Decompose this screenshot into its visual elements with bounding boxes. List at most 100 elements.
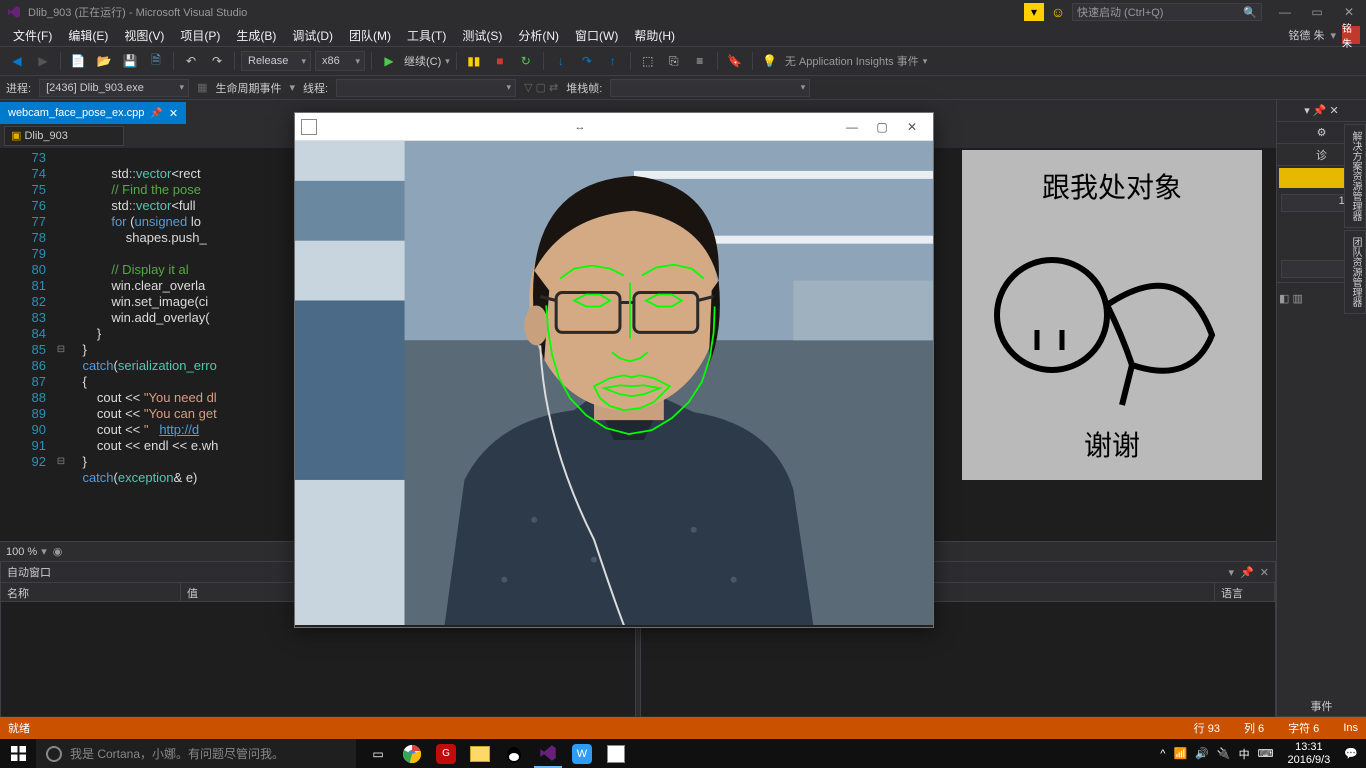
webcam-close-button[interactable]: ✕ (897, 120, 927, 134)
nav-forward-button[interactable]: ▶ (32, 50, 54, 72)
tray-keyboard-icon[interactable]: ⌨ (1258, 747, 1274, 760)
taskbar-qq-icon[interactable] (500, 740, 528, 768)
taskbar-app-blue-icon[interactable]: W (568, 740, 596, 768)
save-all-icon[interactable]: 🗎 (145, 50, 167, 72)
nav-back-button[interactable]: ◀ (6, 50, 28, 72)
diag-pin-row[interactable]: ▾ 📌 ✕ (1277, 100, 1366, 122)
tray-battery-icon[interactable]: 🔌 (1217, 747, 1231, 760)
quick-launch-input[interactable]: 快速启动 (Ctrl+Q) 🔍 (1072, 3, 1262, 21)
new-project-icon[interactable]: 📄 (67, 50, 89, 72)
config-combo[interactable]: Release (241, 51, 311, 71)
menu-test[interactable]: 测试(S) (455, 25, 509, 46)
cortana-placeholder: 我是 Cortana，小娜。有问题尽管问我。 (70, 745, 284, 762)
webcam-titlebar[interactable]: ↔ ― ▢ ✕ (295, 113, 933, 141)
platform-combo[interactable]: x86 (315, 51, 365, 71)
window-title: Dlib_903 (正在运行) - Microsoft Visual Studi… (28, 4, 247, 20)
tray-notifications-icon[interactable]: 💬 (1344, 747, 1358, 760)
break-all-icon[interactable]: ▮▮ (463, 50, 485, 72)
maximize-button[interactable]: ▭ (1306, 5, 1328, 19)
menu-window[interactable]: 窗口(W) (568, 25, 625, 46)
taskbar-chrome-icon[interactable] (398, 740, 426, 768)
stop-debug-icon[interactable]: ■ (489, 50, 511, 72)
resize-hint-icon: ↔ (575, 121, 586, 133)
minimize-button[interactable]: ― (1274, 5, 1296, 19)
webcam-frame (295, 141, 933, 627)
feedback-smile-icon[interactable]: ☺ (1048, 3, 1068, 21)
tray-ime-icon[interactable]: 中 (1239, 746, 1250, 762)
open-file-icon[interactable]: 📂 (93, 50, 115, 72)
menu-view[interactable]: 视图(V) (117, 25, 171, 46)
insights-icon[interactable]: 💡 (759, 50, 781, 72)
taskbar-vs-icon[interactable] (534, 740, 562, 768)
continue-button-label[interactable]: 继续(C) (404, 53, 441, 69)
toolbar-bookmark-icon[interactable]: 🔖 (724, 50, 746, 72)
menu-build[interactable]: 生成(B) (229, 25, 283, 46)
account-name: 铭德 朱 (1288, 27, 1324, 43)
menu-analyze[interactable]: 分析(N) (511, 25, 566, 46)
tray-wifi-icon[interactable]: 📶 (1173, 747, 1187, 760)
menu-debug[interactable]: 调试(D) (285, 25, 340, 46)
menu-project[interactable]: 项目(P) (173, 25, 227, 46)
side-tool-tabs: 解决方案资源管理器 团队资源管理器 (1344, 124, 1366, 314)
process-combo[interactable]: [2436] Dlib_903.exe (39, 79, 189, 97)
tray-volume-icon[interactable]: 🔊 (1195, 747, 1209, 760)
task-view-icon[interactable]: ▭ (364, 740, 392, 768)
status-bar: 就绪 行 93 列 6 字符 6 Ins (0, 717, 1366, 739)
close-button[interactable]: ✕ (1338, 5, 1360, 19)
menu-edit[interactable]: 编辑(E) (61, 25, 115, 46)
tab-close-icon[interactable]: ✕ (169, 107, 178, 120)
nav-scope-combo[interactable]: ▣ Dlib_903 (4, 126, 124, 146)
taskbar-netease-icon[interactable]: G (432, 740, 460, 768)
zoom-level[interactable]: 100 % (6, 546, 37, 558)
callstack-col-lang[interactable]: 语言 (1215, 583, 1275, 601)
lifecycle-label: 生命周期事件 (215, 80, 281, 96)
webcam-minimize-button[interactable]: ― (837, 120, 867, 134)
continue-button-icon[interactable]: ▶ (378, 50, 400, 72)
step-out-icon[interactable]: ↑ (602, 50, 624, 72)
menu-bar: 文件(F) 编辑(E) 视图(V) 项目(P) 生成(B) 调试(D) 团队(M… (0, 24, 1366, 46)
menu-file[interactable]: 文件(F) (6, 25, 59, 46)
step-into-icon[interactable]: ↓ (550, 50, 572, 72)
side-image-panel: 跟我处对象 谢谢 (962, 150, 1262, 480)
pin-icon[interactable]: 📌 (150, 108, 162, 119)
step-over-icon[interactable]: ↷ (576, 50, 598, 72)
menu-help[interactable]: 帮助(H) (627, 25, 682, 46)
status-line: 行 93 (1194, 720, 1220, 736)
menu-team[interactable]: 团队(M) (342, 25, 398, 46)
save-icon[interactable]: 💾 (119, 50, 141, 72)
panel-close-icon[interactable]: ✕ (1260, 566, 1269, 579)
account-area[interactable]: 铭德 朱 ▾ 铭朱 (1288, 26, 1366, 44)
fold-gutter[interactable]: ⊟ ⊟ (54, 148, 68, 541)
taskbar-app-sheet-icon[interactable] (602, 740, 630, 768)
cortana-search[interactable]: 我是 Cortana，小娜。有问题尽管问我。 (36, 739, 356, 768)
start-button[interactable] (0, 739, 36, 768)
diag-events-tab[interactable]: 事件 (1277, 695, 1366, 717)
webcam-output-window[interactable]: ↔ ― ▢ ✕ (294, 112, 934, 628)
file-tab-active[interactable]: webcam_face_pose_ex.cpp 📌 ✕ (0, 102, 186, 124)
restart-icon[interactable]: ↻ (515, 50, 537, 72)
redo-icon[interactable]: ↷ (206, 50, 228, 72)
stackframe-combo[interactable] (610, 79, 810, 97)
panel-dropdown-icon[interactable]: ▾ (1229, 566, 1235, 579)
insights-label[interactable]: 无 Application Insights 事件 (785, 53, 919, 69)
taskbar-explorer-icon[interactable] (466, 740, 494, 768)
tray-chevron-icon[interactable]: ^ (1160, 748, 1165, 760)
toolbar-misc-2[interactable]: ⎘ (663, 50, 685, 72)
toolbar-misc-3[interactable]: ≡ (689, 50, 711, 72)
tray-clock[interactable]: 13:31 2016/9/3 (1281, 741, 1336, 767)
vtab-team-explorer[interactable]: 团队资源管理器 (1344, 230, 1366, 314)
panel-pin-icon[interactable]: 📌 (1240, 566, 1254, 579)
undo-icon[interactable]: ↶ (180, 50, 202, 72)
process-label: 进程: (6, 80, 31, 96)
line-number-gutter: 7374757677787980818283848586878889909192 (0, 148, 54, 541)
autos-col-name[interactable]: 名称 (1, 583, 181, 601)
search-icon: 🔍 (1243, 6, 1257, 19)
vtab-solution-explorer[interactable]: 解决方案资源管理器 (1344, 124, 1366, 228)
thread-combo[interactable] (336, 79, 516, 97)
webcam-maximize-button[interactable]: ▢ (867, 120, 897, 134)
notification-flag-icon[interactable]: ▾ (1024, 3, 1044, 21)
status-col: 列 6 (1244, 720, 1264, 736)
menu-tools[interactable]: 工具(T) (400, 25, 453, 46)
tray-time: 13:31 (1287, 741, 1330, 754)
toolbar-misc-1[interactable]: ⬚ (637, 50, 659, 72)
